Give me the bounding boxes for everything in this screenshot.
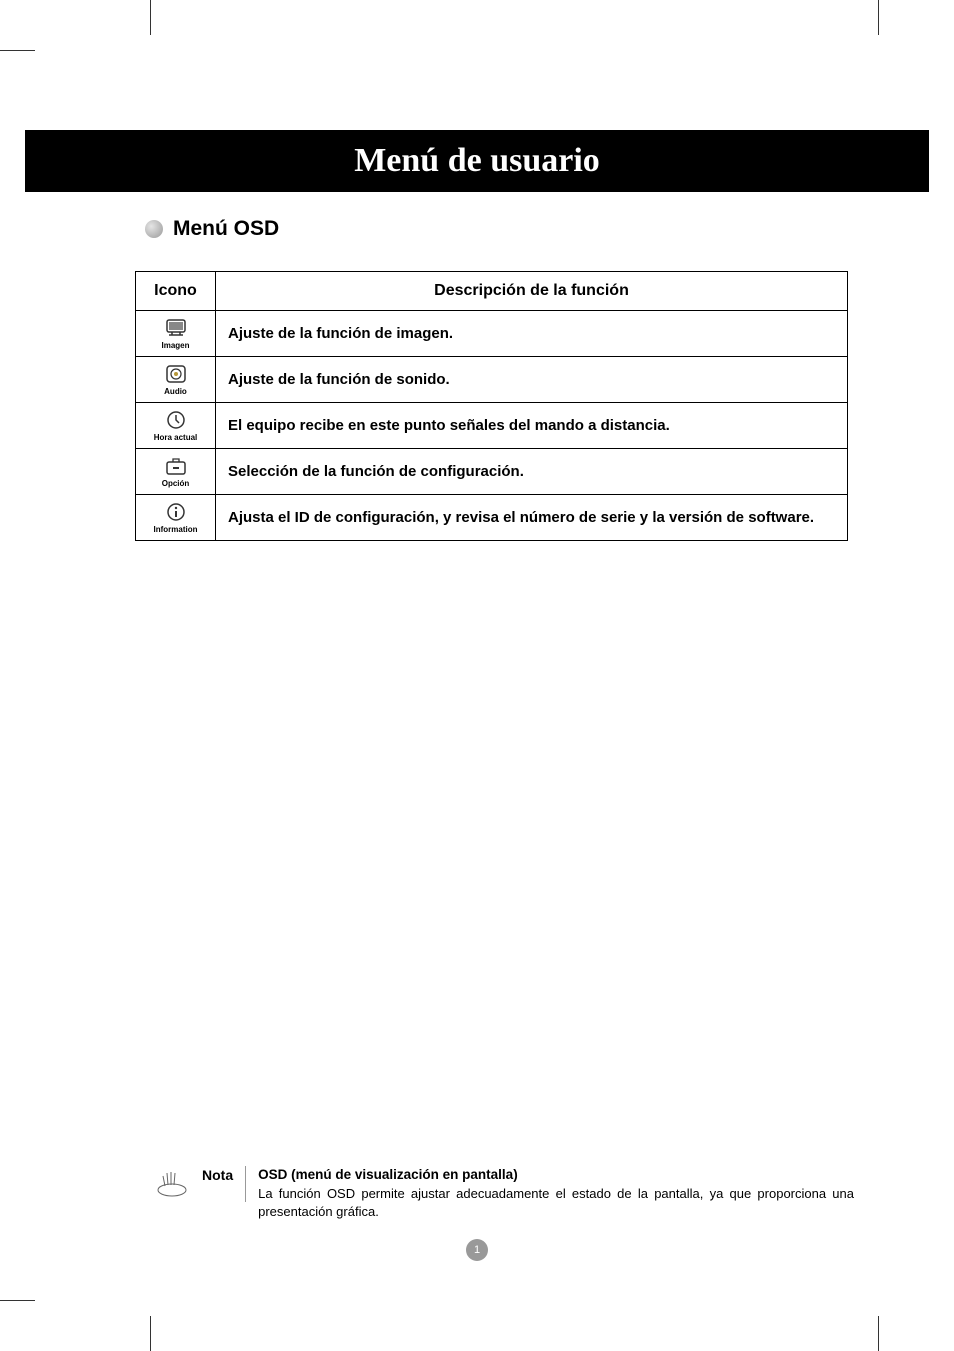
table-cell-desc: Ajuste de la función de imagen. bbox=[216, 311, 848, 357]
table-header-desc: Descripción de la función bbox=[216, 272, 848, 311]
table-row: Imagen Ajuste de la función de imagen. bbox=[136, 311, 848, 357]
note-label: Nota bbox=[202, 1166, 246, 1202]
hand-note-icon bbox=[155, 1168, 190, 1198]
table-cell-desc: Ajuste de la función de sonido. bbox=[216, 357, 848, 403]
bullet-icon bbox=[145, 220, 163, 238]
table-row: Hora actual El equipo recibe en este pun… bbox=[136, 403, 848, 449]
note-block: Nota OSD (menú de visualización en panta… bbox=[155, 1166, 854, 1221]
icon-label: Opción bbox=[162, 479, 190, 488]
table-cell-desc: Ajusta el ID de configuración, y revisa … bbox=[216, 495, 848, 541]
icon-label: Audio bbox=[164, 387, 187, 396]
table-row: Opción Selección de la función de config… bbox=[136, 449, 848, 495]
icon-label: Information bbox=[154, 525, 198, 534]
note-heading: OSD (menú de visualización en pantalla) bbox=[258, 1166, 854, 1185]
table-row: Information Ajusta el ID de configuració… bbox=[136, 495, 848, 541]
clock-icon bbox=[162, 409, 190, 431]
toolbox-icon bbox=[162, 455, 190, 477]
page-number: 1 bbox=[466, 1239, 488, 1261]
section-header: Menú OSD bbox=[145, 217, 954, 241]
monitor-icon bbox=[162, 317, 190, 339]
osd-table: Icono Descripción de la función Imagen A… bbox=[135, 271, 848, 541]
note-content: OSD (menú de visualización en pantalla) … bbox=[258, 1166, 854, 1221]
speaker-icon bbox=[162, 363, 190, 385]
info-icon bbox=[162, 501, 190, 523]
table-header-icon: Icono bbox=[136, 272, 216, 311]
page-title-bar: Menú de usuario bbox=[25, 130, 929, 192]
icon-label: Hora actual bbox=[154, 433, 198, 442]
page-title: Menú de usuario bbox=[354, 142, 600, 179]
note-body: La función OSD permite ajustar adecuadam… bbox=[258, 1186, 854, 1219]
section-title: Menú OSD bbox=[173, 217, 279, 241]
icon-label: Imagen bbox=[161, 341, 189, 350]
table-cell-desc: El equipo recibe en este punto señales d… bbox=[216, 403, 848, 449]
table-row: Audio Ajuste de la función de sonido. bbox=[136, 357, 848, 403]
table-cell-desc: Selección de la función de configuración… bbox=[216, 449, 848, 495]
